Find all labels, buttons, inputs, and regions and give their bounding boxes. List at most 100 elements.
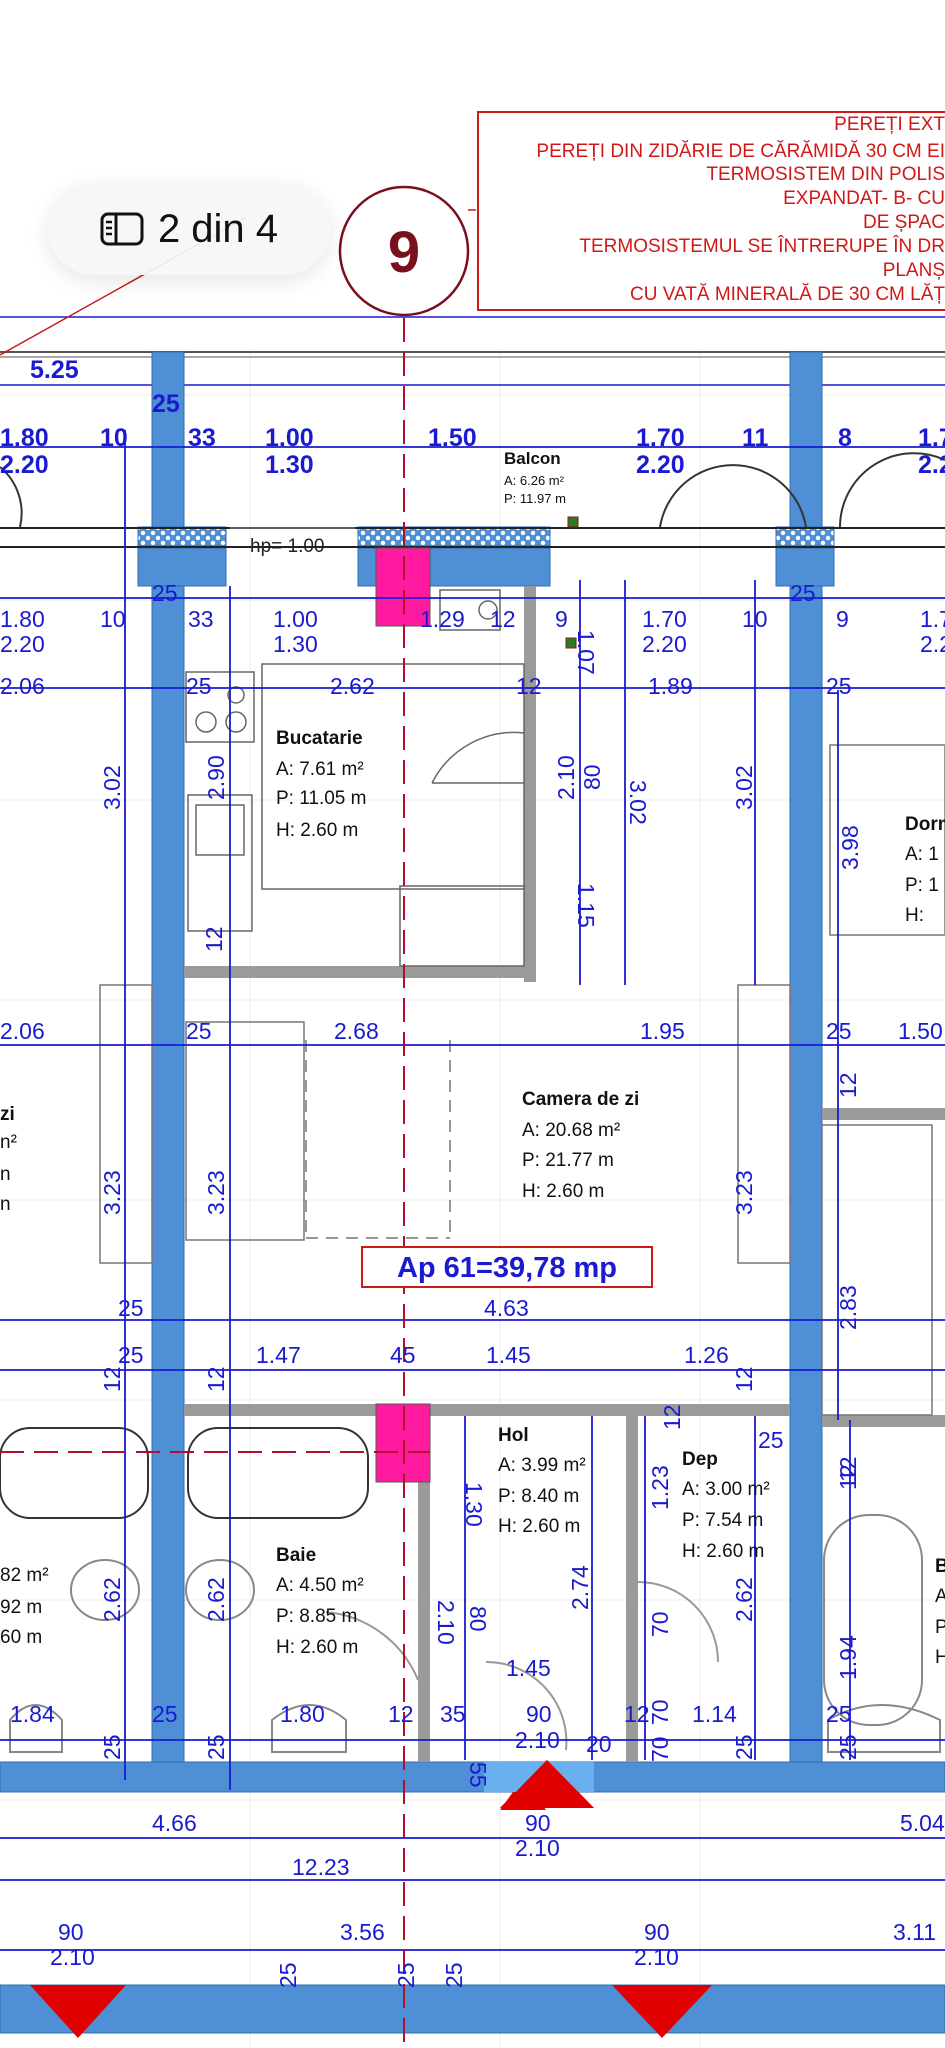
dimension-label: 12 — [516, 673, 542, 699]
note-line-6: TERMOSISTEMUL SE ÎNTRERUPE ÎN DR — [579, 235, 945, 257]
dimension-label: 25 — [441, 1962, 467, 1988]
dimension-label: 3.02 — [625, 780, 651, 825]
dimension-label: 9 — [836, 606, 849, 632]
dimension-label: 2.74 — [567, 1565, 593, 1610]
sidebar-icon — [100, 212, 144, 246]
room-baie-height: H: 2.60 m — [276, 1637, 358, 1658]
dimension-label: 10 — [100, 424, 128, 452]
dimension-label: 70 — [647, 1611, 673, 1637]
room-bucatarie-height: H: 2.60 m — [276, 820, 358, 841]
dimension-label: 12 — [203, 1366, 229, 1392]
dimension-label: 1.7 — [918, 424, 945, 452]
room-baie-perimeter: P: 8.85 m — [276, 1606, 357, 1627]
room-hol-area: A: 3.99 m² — [498, 1455, 586, 1476]
room-balcon-area: A: 6.26 m² — [504, 473, 565, 488]
page-indicator[interactable]: 2 din 4 — [48, 183, 330, 275]
dimension-label: 2.20 — [0, 451, 49, 479]
room-right-bath-name: B — [935, 1556, 945, 1577]
dimension-label: 1.29 — [420, 606, 465, 632]
dimension-label: 2.10 — [515, 1835, 560, 1861]
dimension-label: 90 — [526, 1701, 552, 1727]
apartment-label-box: Ap 61=39,78 mp — [361, 1246, 653, 1288]
dimension-label: 1.50 — [428, 424, 477, 452]
dimension-label: 1.80 — [280, 1701, 325, 1727]
room-camera-name: Camera de zi — [522, 1089, 639, 1110]
dimension-label: 1.00 — [265, 424, 314, 452]
dimension-label: 10 — [100, 606, 126, 632]
dimension-label: 25 — [826, 1701, 852, 1727]
dimension-label: 70 — [647, 1699, 673, 1725]
dimension-label: 25 — [758, 1427, 784, 1453]
apartment-label: Ap 61=39,78 mp — [397, 1252, 617, 1284]
dimension-label: 25 — [152, 1701, 178, 1727]
dimension-label: 11 — [742, 424, 769, 452]
dimension-label: 55 — [465, 1762, 491, 1788]
dimension-label: 1.26 — [684, 1342, 729, 1368]
axis-bubble: 9 — [338, 185, 476, 317]
room-camera-height: H: 2.60 m — [522, 1181, 604, 1202]
note-line-4: EXPANDAT- B- CU — [783, 188, 945, 209]
dimension-label: 12 — [835, 1072, 861, 1098]
dimension-label: 3.23 — [203, 1170, 229, 1215]
insulation-blocks — [137, 526, 835, 547]
dimension-label: 3.98 — [837, 825, 863, 870]
room-right-bath-perimeter: P — [935, 1617, 945, 1638]
dimension-label: 20 — [586, 1731, 612, 1757]
dimension-label: 1.30 — [265, 451, 314, 479]
room-bucatarie-perimeter: P: 11.05 m — [276, 788, 366, 809]
dimension-label: 3.11 — [893, 1919, 936, 1945]
dimension-label: 33 — [188, 424, 216, 452]
dimension-label: 3.02 — [99, 765, 125, 810]
dimension-label: 2.10 — [553, 755, 579, 800]
dimension-label: 25 — [186, 673, 212, 699]
dimension-label: 1.00 — [273, 606, 318, 632]
dimension-label: 3.02 — [731, 765, 757, 810]
room-left-perimeter: n — [0, 1164, 11, 1185]
room-bucatarie-name: Bucatarie — [276, 728, 363, 749]
dimension-label: 25 — [835, 1734, 861, 1760]
dimension-label: 4.63 — [484, 1295, 529, 1321]
room-baie-area: A: 4.50 m² — [276, 1575, 364, 1596]
room-left-name: zi — [0, 1104, 15, 1125]
room-dorm-area: A: 1 — [905, 844, 939, 865]
dimension-label: 2.68 — [334, 1018, 379, 1044]
room-right-bath-height: H — [935, 1647, 945, 1668]
room-bucatarie-area: A: 7.61 m² — [276, 759, 364, 780]
room-dorm-height: H: — [905, 905, 924, 926]
dimension-label: 2.62 — [731, 1577, 757, 1622]
dimension-label: 3.56 — [340, 1919, 385, 1945]
dimension-label: 12 — [99, 1366, 125, 1392]
dimension-label: 1.80 — [0, 606, 45, 632]
dimension-label: 2.62 — [99, 1577, 125, 1622]
dimension-label: 1.14 — [692, 1701, 737, 1727]
dimension-label: 12 — [731, 1366, 757, 1392]
dimension-label: 1.47 — [256, 1342, 301, 1368]
dimension-label: 1.84 — [10, 1701, 55, 1727]
room-left-bath-perimeter: 92 m — [0, 1597, 42, 1618]
dimension-label: 70 — [647, 1736, 673, 1762]
dimension-label: 1.07 — [573, 630, 599, 675]
dimension-label: 4.66 — [152, 1810, 197, 1836]
note-line-8: CU VATĂ MINERALĂ DE 30 CM LĂȚ — [630, 284, 945, 305]
dimension-label: 33 — [188, 606, 214, 632]
note-line-2: PEREȚI DIN ZIDĂRIE DE CĂRĂMIDĂ 30 CM EI — [536, 141, 945, 162]
dimension-label: 25 — [118, 1295, 144, 1321]
room-left-bath-area: 82 m² — [0, 1565, 49, 1586]
window-sill-label: hp= 1.00 — [250, 536, 325, 557]
dimension-label: 3.23 — [99, 1170, 125, 1215]
room-left-area: n² — [0, 1132, 17, 1153]
note-line-5: DE ȘPAC — [863, 212, 945, 233]
dimension-label: 1.50 — [898, 1018, 943, 1044]
room-dorm-perimeter: P: 1 — [905, 875, 939, 896]
room-camera-perimeter: P: 21.77 m — [522, 1150, 614, 1171]
dimension-label: 25 — [99, 1734, 125, 1760]
dimension-label: 3.23 — [731, 1170, 757, 1215]
dimension-label: 80 — [465, 1606, 491, 1632]
room-dep-area: A: 3.00 m² — [682, 1479, 770, 1500]
axis-number: 9 — [388, 220, 420, 285]
room-hol-name: Hol — [498, 1425, 529, 1446]
dimension-label: 12 — [388, 1701, 414, 1727]
dimension-label: 2.10 — [433, 1600, 459, 1645]
dimension-label: 1.45 — [486, 1342, 531, 1368]
room-hol-height: H: 2.60 m — [498, 1516, 580, 1537]
